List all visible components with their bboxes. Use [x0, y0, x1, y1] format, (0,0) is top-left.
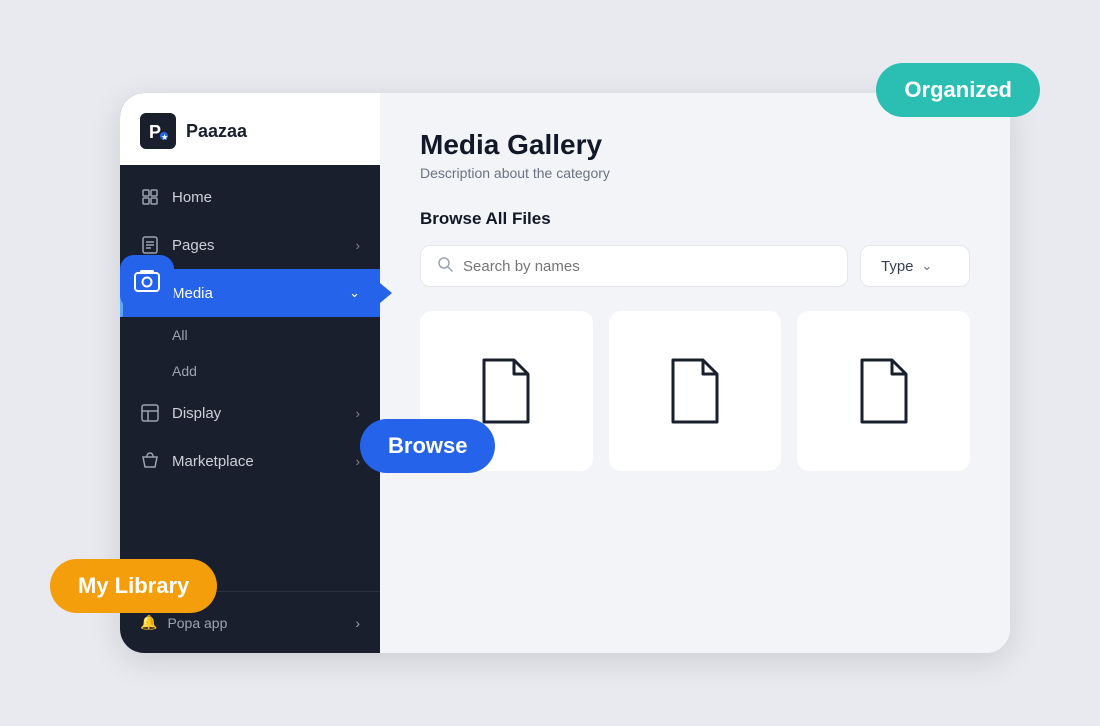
- search-input[interactable]: [463, 258, 831, 275]
- media-highlight-icon: [133, 268, 161, 296]
- content-area: Media Gallery Description about the cate…: [380, 93, 1010, 653]
- files-grid: [420, 311, 970, 471]
- home-icon: [140, 187, 160, 207]
- page-title: Media Gallery: [420, 129, 970, 161]
- browse-badge: Browse: [360, 419, 495, 473]
- type-chevron-icon: ⌄: [922, 258, 933, 274]
- search-icon: [437, 256, 453, 276]
- pages-chevron-icon: ›: [356, 238, 360, 253]
- media-sub-items: All Add: [120, 317, 380, 389]
- marketplace-icon: [140, 451, 160, 471]
- app-name: Paazaa: [186, 121, 247, 142]
- organized-badge: Organized: [876, 63, 1040, 117]
- home-label: Home: [172, 189, 212, 206]
- section-title: Browse All Files: [420, 209, 970, 229]
- sidebar-header: P ★ Paazaa: [120, 93, 380, 165]
- media-icon-highlight: [120, 255, 174, 309]
- sidebar-item-marketplace[interactable]: Marketplace ›: [120, 437, 380, 485]
- media-pointer: [380, 283, 392, 303]
- nav-items: Home Pages ›: [120, 165, 380, 591]
- search-row: Type ⌄: [420, 245, 970, 287]
- pages-icon: [140, 235, 160, 255]
- type-label: Type: [881, 258, 914, 275]
- media-label: Media: [172, 285, 213, 302]
- display-icon: [140, 403, 160, 423]
- sidebar-item-home[interactable]: Home: [120, 173, 380, 221]
- main-card: P ★ Paazaa: [120, 93, 1010, 653]
- media-sub-item-all[interactable]: All: [120, 317, 380, 353]
- display-chevron-icon: ›: [356, 406, 360, 421]
- svg-text:P: P: [149, 122, 161, 142]
- sidebar-item-display[interactable]: Display ›: [120, 389, 380, 437]
- file-icon-3: [854, 356, 914, 426]
- popa-chevron-icon: ›: [355, 615, 360, 631]
- page-description: Description about the category: [420, 165, 970, 181]
- pages-label: Pages: [172, 237, 215, 254]
- svg-text:★: ★: [162, 134, 169, 142]
- marketplace-chevron-icon: ›: [356, 454, 360, 469]
- search-wrapper[interactable]: [420, 245, 848, 287]
- popa-app-label: Popa app: [167, 615, 227, 631]
- marketplace-label: Marketplace: [172, 453, 254, 470]
- media-chevron-icon: ⌄: [349, 285, 360, 301]
- display-label: Display: [172, 405, 221, 422]
- file-icon-2: [665, 356, 725, 426]
- file-card-3[interactable]: [797, 311, 970, 471]
- file-icon-1: [476, 356, 536, 426]
- type-dropdown[interactable]: Type ⌄: [860, 245, 970, 287]
- media-sub-item-add[interactable]: Add: [120, 353, 380, 389]
- bell-icon: 🔔: [140, 614, 157, 631]
- logo: P ★: [140, 113, 176, 149]
- file-card-2[interactable]: [609, 311, 782, 471]
- my-library-badge: My Library: [50, 559, 217, 613]
